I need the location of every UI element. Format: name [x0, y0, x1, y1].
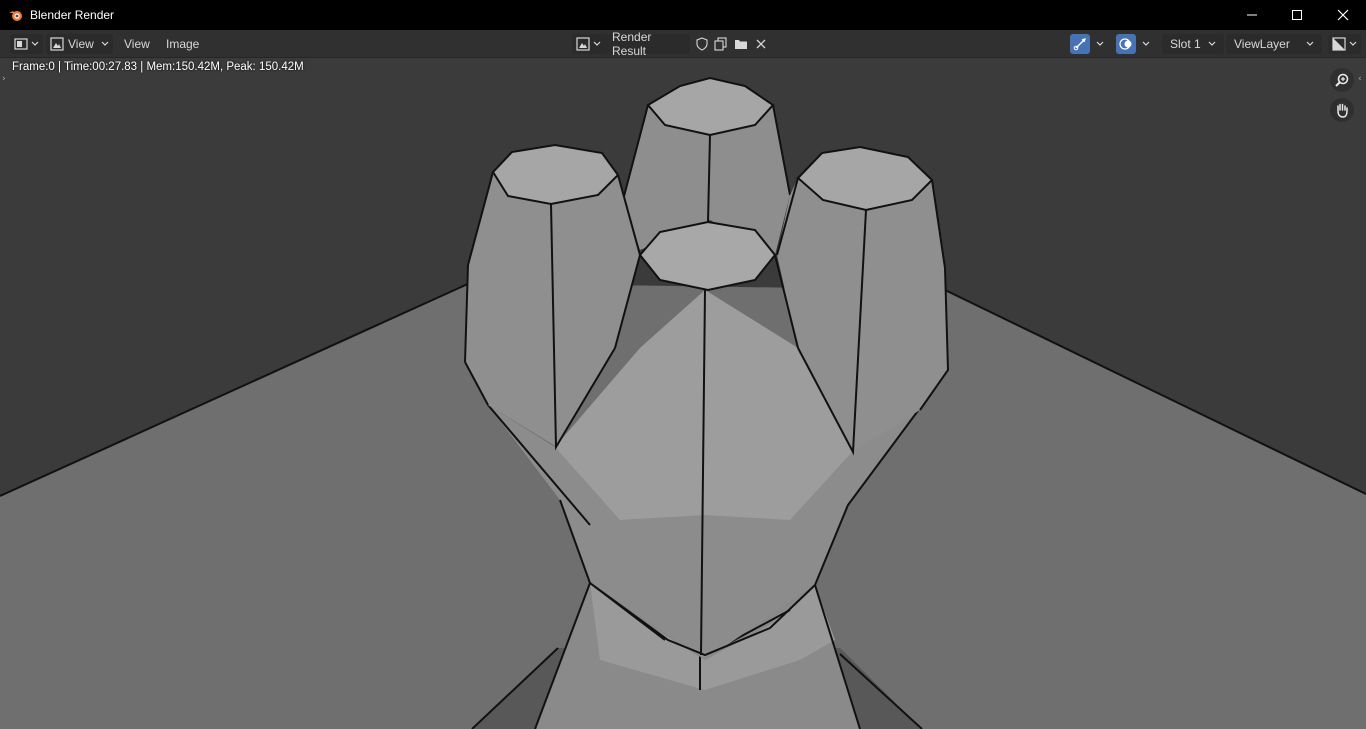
view-mode-label: View: [68, 37, 94, 51]
chevron-down-icon: [1306, 41, 1314, 46]
new-image-button[interactable]: [711, 34, 731, 54]
zoom-button[interactable]: [1330, 68, 1354, 92]
render-viewport[interactable]: Frame:0 | Time:00:27.83 | Mem:150.42M, P…: [0, 58, 1366, 729]
display-channels-selector[interactable]: [1328, 34, 1361, 54]
chevron-down-icon: [593, 41, 601, 46]
unlink-image-button[interactable]: [751, 34, 771, 54]
close-icon: [1337, 9, 1349, 21]
toolbar-expand-arrow[interactable]: ›: [2, 74, 6, 84]
chevron-down-icon: [1142, 41, 1150, 46]
blender-logo-icon: [9, 11, 22, 21]
chevron-down-icon: [1208, 41, 1216, 46]
open-image-button[interactable]: [731, 34, 751, 54]
close-button[interactable]: [1320, 0, 1366, 30]
menu-view[interactable]: View: [120, 34, 154, 54]
view-layer-label: ViewLayer: [1234, 37, 1290, 51]
folder-icon: [735, 40, 747, 49]
zoom-icon: [1335, 73, 1349, 87]
overlays-dropdown[interactable]: [1136, 34, 1156, 54]
render-stats: Frame:0 | Time:00:27.83 | Mem:150.42M, P…: [12, 61, 304, 73]
shield-icon: [696, 37, 708, 51]
sidebar-expand-arrow[interactable]: ‹: [1358, 74, 1362, 84]
chevron-down-icon: [101, 41, 109, 46]
chevron-down-icon: [1349, 41, 1357, 46]
maximize-icon: [1292, 10, 1302, 20]
menu-image[interactable]: Image: [162, 34, 203, 54]
x-icon: [756, 39, 766, 49]
pan-button[interactable]: [1330, 98, 1354, 122]
image-icon: [50, 37, 64, 51]
title-bar: Blender Render: [0, 0, 1366, 30]
hand-icon: [1337, 103, 1348, 118]
view-mode-selector[interactable]: View: [46, 34, 113, 54]
uv-sync-button[interactable]: [1070, 34, 1090, 54]
render-result-image: [0, 58, 1366, 729]
image-editor-header: View View Image Render Result Slot 1 Vie…: [0, 30, 1366, 58]
editor-type-selector[interactable]: [10, 34, 43, 54]
image-browse-button[interactable]: [572, 34, 605, 54]
image-name-field[interactable]: Render Result: [604, 30, 690, 58]
image-editor-icon: [14, 38, 28, 50]
chevron-down-icon: [1096, 41, 1104, 46]
gizmo-icon: [1073, 38, 1086, 51]
view-layer-selector[interactable]: ViewLayer: [1226, 34, 1322, 54]
image-browse-icon: [576, 37, 590, 51]
gizmo-dropdown[interactable]: [1090, 34, 1110, 54]
chevron-down-icon: [31, 41, 39, 46]
maximize-button[interactable]: [1274, 0, 1320, 30]
window-title: Blender Render: [30, 8, 115, 22]
slot-selector[interactable]: Slot 1: [1162, 34, 1224, 54]
display-channels-icon: [1332, 37, 1346, 51]
minimize-icon: [1247, 14, 1257, 16]
overlays-icon: [1119, 38, 1132, 50]
duplicate-icon: [714, 37, 727, 51]
overlays-button[interactable]: [1116, 34, 1136, 54]
fake-user-button[interactable]: [692, 34, 712, 54]
minimize-button[interactable]: [1229, 0, 1275, 30]
slot-label: Slot 1: [1170, 37, 1201, 51]
